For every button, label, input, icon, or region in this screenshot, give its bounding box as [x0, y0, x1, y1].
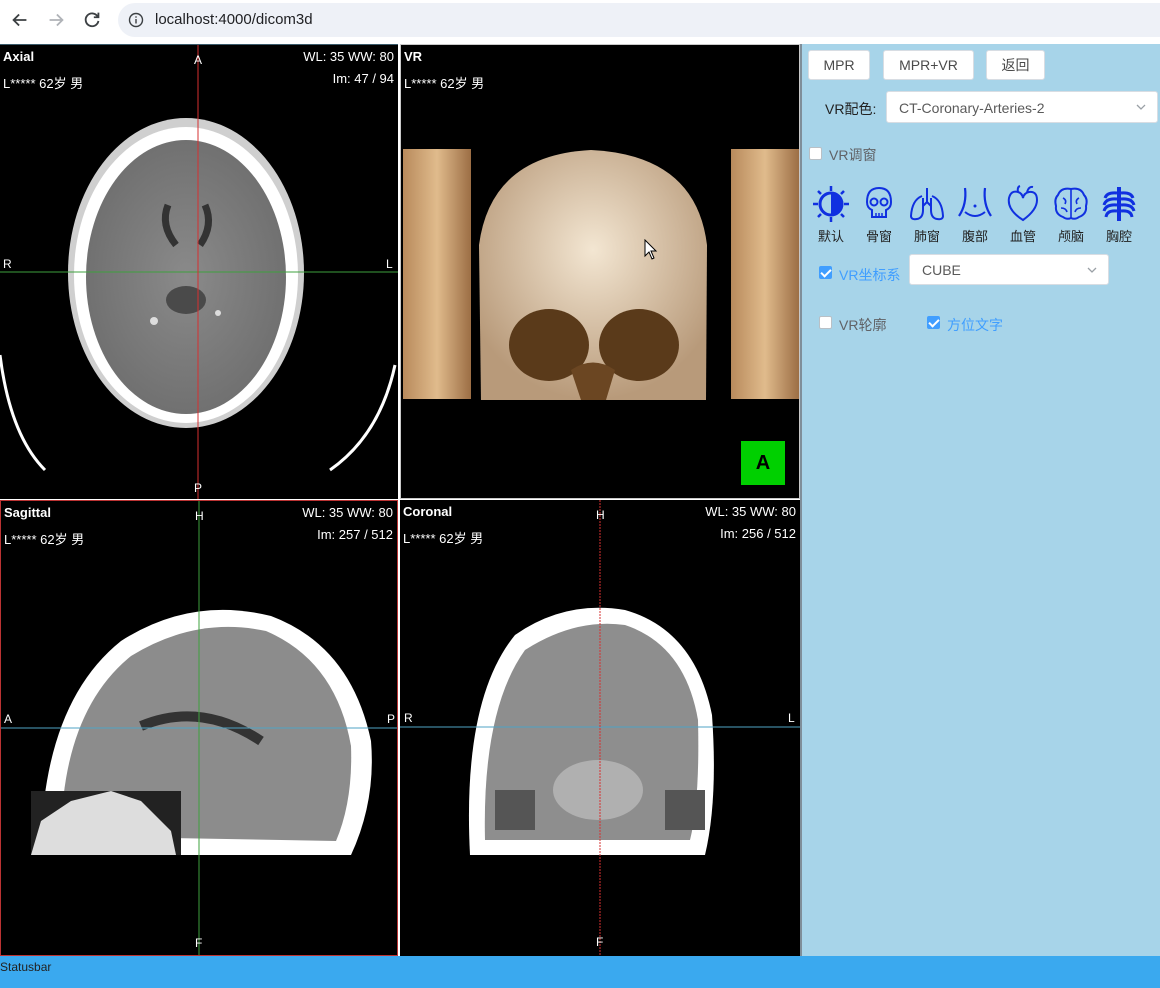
patient-info: L***** 62岁 男 — [404, 76, 485, 91]
window-level-text: WL: 35 WW: 80 — [705, 504, 796, 519]
patient-info: L***** 62岁 男 — [403, 531, 484, 546]
viewport-title: Coronal — [403, 504, 453, 519]
chevron-down-icon — [1136, 104, 1146, 110]
address-bar[interactable]: localhost:4000/dicom3d — [118, 3, 1160, 37]
vr-outline-checkbox[interactable] — [819, 316, 832, 329]
patient-info: L***** 62岁 男 — [3, 76, 84, 91]
preset-default[interactable]: 默认 — [809, 184, 853, 245]
vr-color-value: CT-Coronary-Arteries-2 — [899, 100, 1045, 116]
preset-label: 胸腔 — [1105, 229, 1132, 244]
sagittal-viewport[interactable]: Sagittal L***** 62岁 男 WL: 35 WW: 80 Im: … — [0, 500, 398, 956]
preset-label: 颅脑 — [1057, 229, 1084, 244]
browser-toolbar: localhost:4000/dicom3d — [0, 0, 1160, 40]
statusbar: Statusbar — [0, 956, 1160, 988]
viewport-title: Sagittal — [4, 505, 51, 520]
vr-window-checkbox[interactable] — [809, 147, 822, 160]
brain-icon — [1054, 187, 1088, 220]
preset-label: 腹部 — [961, 229, 988, 244]
orient-left: R — [404, 711, 413, 725]
preset-chest[interactable]: 胸腔 — [1097, 184, 1141, 245]
vr-color-select[interactable]: CT-Coronary-Arteries-2 — [886, 91, 1158, 123]
axial-viewport[interactable]: Axial L***** 62岁 男 WL: 35 WW: 80 Im: 47 … — [0, 44, 398, 499]
vr-window-label[interactable]: VR调窗 — [829, 145, 876, 165]
ribcage-icon — [1102, 187, 1136, 221]
orientation-text-label[interactable]: 方位文字 — [947, 315, 1003, 335]
preset-vessel[interactable]: 血管 — [1001, 184, 1045, 245]
back-button[interactable]: 返回 — [986, 50, 1045, 80]
axial-ct-image — [0, 45, 398, 499]
control-panel: MPR MPR+VR 返回 VR配色: CT-Coronary-Arteries… — [800, 44, 1160, 956]
image-index-text: Im: 47 / 94 — [332, 71, 394, 86]
skull-icon — [865, 186, 893, 218]
coronal-viewport[interactable]: Coronal L***** 62岁 男 WL: 35 WW: 80 Im: 2… — [400, 500, 800, 956]
orient-top: H — [195, 509, 204, 523]
vr-axes-checkbox[interactable] — [819, 266, 832, 279]
orientation-cube[interactable]: A — [741, 441, 785, 485]
preset-label: 默认 — [817, 229, 844, 244]
image-index-text: Im: 257 / 512 — [317, 527, 393, 542]
coronal-ct-image — [400, 500, 800, 956]
vr-viewport[interactable]: VR L***** 62岁 男 A — [400, 44, 800, 499]
reload-icon[interactable] — [81, 9, 103, 31]
vr-axes-select[interactable]: CUBE — [909, 254, 1109, 285]
site-info-icon[interactable] — [128, 12, 144, 28]
forward-arrow-icon[interactable] — [45, 9, 67, 31]
preset-label: 肺窗 — [913, 229, 940, 244]
orient-top: H — [596, 508, 605, 522]
mouse-cursor-icon — [644, 239, 658, 260]
vr-axes-label[interactable]: VR坐标系 — [839, 265, 900, 285]
vr-color-label: VR配色: — [825, 101, 877, 117]
orient-right: L — [788, 711, 795, 725]
back-arrow-icon[interactable] — [9, 9, 31, 31]
orient-bottom: P — [194, 481, 203, 495]
abdomen-icon — [958, 187, 992, 217]
image-index-text: Im: 256 / 512 — [720, 526, 796, 541]
url-text[interactable]: localhost:4000/dicom3d — [155, 11, 313, 28]
window-level-text: WL: 35 WW: 80 — [303, 49, 394, 64]
patient-info: L***** 62岁 男 — [4, 532, 85, 547]
orient-right: P — [387, 712, 396, 726]
sagittal-ct-image — [1, 501, 397, 955]
orientation-text-checkbox[interactable] — [927, 316, 940, 329]
heart-icon — [1007, 185, 1039, 222]
chevron-down-icon — [1087, 267, 1097, 273]
vr-axes-value: CUBE — [922, 262, 961, 278]
viewport-title: VR — [404, 49, 423, 64]
preset-lung[interactable]: 肺窗 — [905, 184, 949, 245]
orient-bottom: F — [596, 935, 604, 949]
preset-abdomen[interactable]: 腹部 — [953, 184, 997, 245]
vr-3d-skull-render — [403, 149, 799, 400]
orient-top: A — [194, 53, 203, 67]
contrast-icon — [813, 186, 849, 222]
orient-bottom: F — [195, 936, 203, 950]
preset-bone[interactable]: 骨窗 — [857, 184, 901, 245]
window-level-text: WL: 35 WW: 80 — [302, 505, 393, 520]
mpr-vr-button[interactable]: MPR+VR — [883, 50, 974, 80]
orient-left: A — [4, 712, 13, 726]
orient-left: R — [3, 257, 12, 271]
viewport-title: Axial — [3, 49, 35, 64]
preset-brain[interactable]: 颅脑 — [1049, 184, 1093, 245]
orient-right: L — [386, 257, 393, 271]
mpr-button[interactable]: MPR — [808, 50, 870, 80]
preset-label: 血管 — [1009, 229, 1036, 244]
statusbar-text: Statusbar — [0, 960, 52, 974]
vr-outline-label[interactable]: VR轮廓 — [839, 315, 886, 335]
preset-label: 骨窗 — [865, 229, 892, 244]
lungs-icon — [909, 188, 945, 221]
